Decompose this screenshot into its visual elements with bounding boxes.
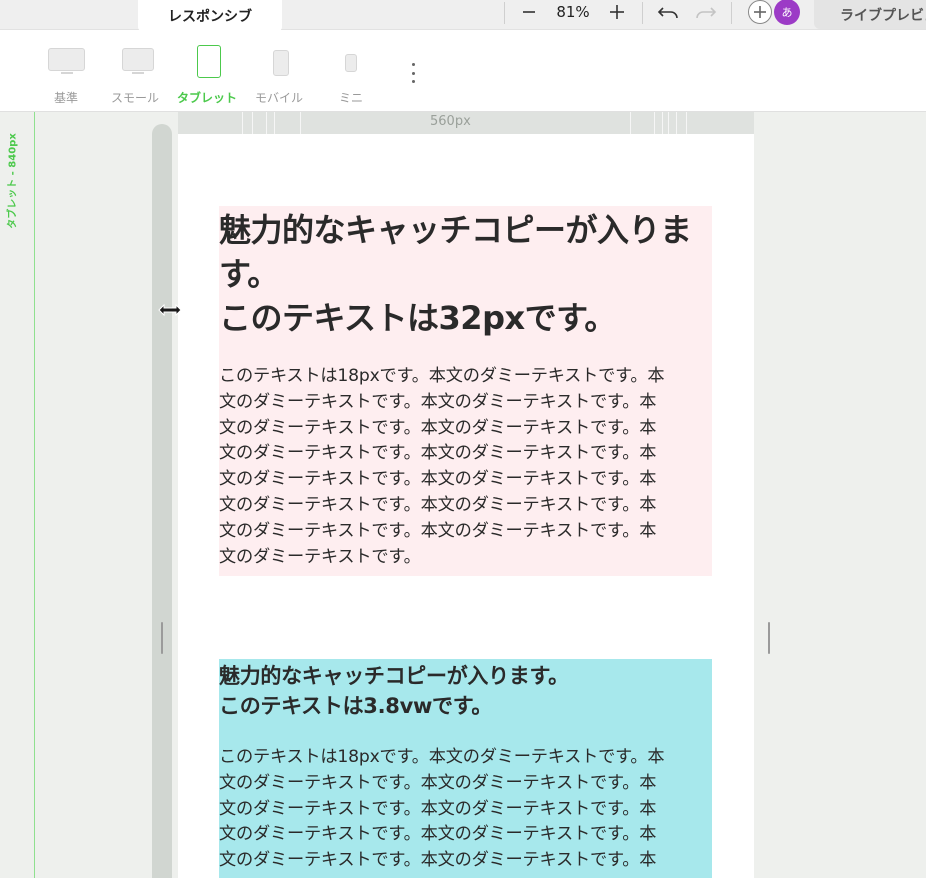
device-tablet[interactable]: タブレット <box>174 30 244 112</box>
divider <box>642 2 643 24</box>
minus-icon <box>523 11 535 13</box>
top-bar: レスポンシブ 81% あ ライブプレビュー <box>0 0 926 31</box>
device-label: ミニ <box>339 91 364 105</box>
device-label: 基準 <box>54 91 79 105</box>
device-desktop[interactable]: 基準 <box>42 30 92 112</box>
device-label: タブレット <box>177 91 238 105</box>
divider <box>731 2 732 24</box>
zoom-level[interactable]: 81% <box>550 0 596 24</box>
plus-icon <box>754 6 766 18</box>
device-toolbar: 基準 スモール タブレット モバイル ミニ <box>0 30 926 112</box>
device-mini[interactable]: ミニ <box>334 30 368 112</box>
tab-responsive[interactable]: レスポンシブ <box>138 0 282 31</box>
headline-32px: 魅力的なキャッチコピーが入りま す。 このテキストは32pxです。 <box>219 211 692 337</box>
divider <box>504 2 505 24</box>
body-text: このテキストは18pxです。本文のダミーテキストです。本 文のダミーテキストです… <box>219 747 665 871</box>
redo-icon <box>696 7 717 19</box>
breakpoint-label: タブレット - 840px <box>7 133 19 229</box>
resize-handle-left[interactable] <box>152 124 172 878</box>
redo-button[interactable] <box>694 0 718 24</box>
mobile-icon <box>273 50 289 76</box>
undo-icon <box>657 7 678 19</box>
laptop-icon <box>122 48 154 71</box>
breakpoint-guide-left <box>34 112 35 878</box>
plus-icon <box>610 5 624 19</box>
add-collaborator-button[interactable] <box>748 0 772 24</box>
body-text: このテキストは18pxです。本文のダミーテキストです。本 文のダミーテキストです… <box>219 366 665 567</box>
section-fixed-size: 魅力的なキャッチコピーが入りま す。 このテキストは32pxです。 このテキスト… <box>219 206 712 576</box>
zoom-in-button[interactable] <box>606 0 628 24</box>
device-label: モバイル <box>255 91 304 105</box>
handle-grip-right[interactable] <box>768 622 770 654</box>
undo-button[interactable] <box>656 0 680 24</box>
device-small[interactable]: スモール <box>106 30 170 112</box>
width-label: 560px <box>430 114 471 129</box>
section-vw-size: 魅力的なキャッチコピーが入ります。 このテキストは3.8vwです。 このテキスト… <box>219 659 712 878</box>
handle-grip-left[interactable] <box>161 622 163 654</box>
device-label: スモール <box>111 91 160 105</box>
tab-live-preview[interactable]: ライブプレビュー <box>814 0 926 29</box>
device-mobile[interactable]: モバイル <box>252 30 310 112</box>
canvas: タブレット - 840px 560px 魅力的なキャッチコピーが入りま す。 こ… <box>0 112 926 878</box>
desktop-icon <box>48 48 85 71</box>
page-preview: 魅力的なキャッチコピーが入りま す。 このテキストは32pxです。 このテキスト… <box>178 134 754 878</box>
tablet-icon <box>197 45 221 78</box>
zoom-out-button[interactable] <box>518 0 540 24</box>
mini-mobile-icon <box>345 54 357 72</box>
right-rail <box>754 112 898 878</box>
avatar[interactable]: あ <box>774 0 800 25</box>
headline-3-8vw: 魅力的なキャッチコピーが入ります。 このテキストは3.8vwです。 <box>219 664 569 718</box>
more-options-icon[interactable] <box>406 63 420 83</box>
resize-cursor-icon <box>158 303 182 317</box>
